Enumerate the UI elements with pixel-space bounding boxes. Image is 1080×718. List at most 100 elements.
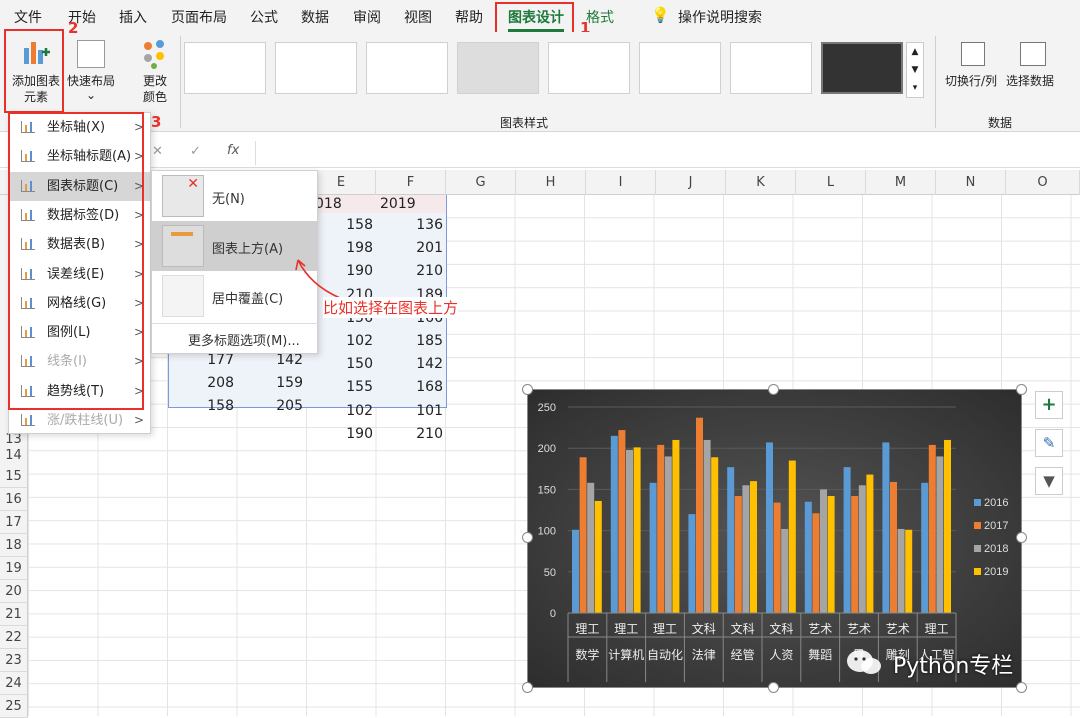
column-header-f[interactable]: F — [376, 170, 446, 195]
resize-handle[interactable] — [522, 532, 533, 543]
bar — [928, 444, 936, 613]
cell-f[interactable]: 210 — [376, 260, 446, 283]
chart-area[interactable]: 0 50 100 150 200 250 理工 数学 理工 计算机 理工 自动化 文科 法律 文科 经管 文科人… — [527, 389, 1022, 688]
chart-style-thumb-6[interactable] — [639, 42, 721, 94]
cell-f[interactable]: 142 — [376, 353, 446, 376]
fx-icon[interactable]: fx — [227, 143, 239, 158]
column-header-h[interactable]: H — [516, 170, 586, 195]
cell-f[interactable]: 136 — [376, 214, 446, 237]
change-colors-label[interactable]: 更改 — [132, 72, 178, 89]
row-header[interactable]: 15 — [0, 465, 28, 488]
tab-page-layout[interactable]: 页面布局 — [171, 7, 227, 27]
cell-e[interactable]: 150 — [307, 353, 376, 376]
x-tick-label: 数学 — [575, 647, 599, 662]
cell-c[interactable]: 208 — [168, 372, 237, 395]
chart-style-thumb-4[interactable] — [457, 42, 539, 94]
cell-d[interactable]: 159 — [237, 372, 306, 395]
bar — [890, 481, 897, 613]
no-title-icon: ✕ — [162, 175, 204, 217]
chart-style-thumb-2[interactable] — [275, 42, 357, 94]
row-header[interactable]: 16 — [0, 488, 28, 511]
x-tick-label: 理工 — [575, 622, 599, 636]
resize-handle[interactable] — [522, 682, 533, 693]
submenu-item-none[interactable]: ✕ 无(N) — [152, 171, 318, 221]
bar — [742, 485, 750, 613]
callout-text: 比如选择在图表上方 — [323, 297, 459, 318]
tell-me-search[interactable]: 操作说明搜索 — [678, 7, 762, 27]
bar — [734, 495, 742, 613]
column-header-m[interactable]: M — [866, 170, 936, 195]
resize-handle[interactable] — [768, 682, 779, 693]
annotation-number-2: 2 — [68, 19, 79, 37]
row-header[interactable]: 21 — [0, 603, 28, 626]
quick-layout-button[interactable]: 快速布局 — [64, 72, 118, 89]
column-header-i[interactable]: I — [586, 170, 656, 195]
cell-e[interactable]: 155 — [307, 376, 376, 399]
column-header-g[interactable]: G — [446, 170, 516, 195]
row-header[interactable]: 22 — [0, 626, 28, 649]
resize-handle[interactable] — [1016, 384, 1027, 395]
chart-elements-plus-icon[interactable]: + — [1035, 391, 1063, 419]
column-header-k[interactable]: K — [726, 170, 796, 195]
gallery-scroll[interactable]: ▲ ▼ ▾ — [906, 42, 924, 98]
bar — [804, 501, 812, 613]
divider — [152, 323, 318, 324]
row-header[interactable]: 18 — [0, 534, 28, 557]
resize-handle[interactable] — [522, 384, 533, 395]
submenu-item-more[interactable]: 更多标题选项(M)... — [152, 326, 318, 352]
highlight-box-2[interactable] — [4, 29, 64, 113]
row-header[interactable]: 24 — [0, 672, 28, 695]
column-header-o[interactable]: O — [1006, 170, 1080, 195]
cell-f[interactable]: 210 — [376, 423, 446, 446]
change-colors-label2[interactable]: 颜色 — [132, 88, 178, 105]
bar — [820, 489, 827, 613]
cell-f[interactable]: 185 — [376, 330, 446, 353]
title-overlay-icon — [162, 275, 204, 317]
chart-style-thumb-7[interactable] — [730, 42, 812, 94]
tab-data[interactable]: 数据 — [301, 7, 329, 27]
row-header[interactable]: 14 — [0, 444, 28, 467]
cell-c[interactable]: 158 — [168, 395, 237, 418]
resize-handle[interactable] — [768, 384, 779, 395]
confirm-icon[interactable]: ✓ — [190, 144, 201, 159]
y-tick-label: 0 — [550, 608, 556, 620]
tab-file[interactable]: 文件 — [14, 7, 42, 27]
chart-style-thumb-8-selected[interactable] — [821, 42, 903, 94]
cell-e[interactable]: 102 — [307, 400, 376, 423]
formula-input[interactable] — [255, 141, 1080, 165]
row-header[interactable]: 20 — [0, 580, 28, 603]
row-header[interactable]: 23 — [0, 649, 28, 672]
chart-filter-icon[interactable]: ▼ — [1035, 467, 1063, 495]
column-header-n[interactable]: N — [936, 170, 1006, 195]
cell-f[interactable]: 201 — [376, 237, 446, 260]
cell-d[interactable]: 205 — [237, 395, 306, 418]
cell-e[interactable]: 190 — [307, 423, 376, 446]
resize-handle[interactable] — [1016, 532, 1027, 543]
chart-style-thumb-5[interactable] — [548, 42, 630, 94]
row-header[interactable]: 19 — [0, 557, 28, 580]
tab-review[interactable]: 审阅 — [353, 7, 381, 27]
cancel-icon[interactable]: ✕ — [152, 144, 163, 159]
chevron-right-icon: > — [133, 413, 144, 427]
column-header-j[interactable]: J — [656, 170, 726, 195]
switch-row-column-button[interactable]: 切换行/列 — [945, 72, 997, 89]
row-header[interactable]: 17 — [0, 511, 28, 534]
tab-view[interactable]: 视图 — [404, 7, 432, 27]
x-tick-label: 文科 — [692, 621, 716, 636]
cell-header-f[interactable]: 2019 — [376, 193, 446, 216]
select-data-icon — [1020, 42, 1046, 66]
select-data-button[interactable]: 选择数据 — [1006, 72, 1054, 89]
column-header-l[interactable]: L — [796, 170, 866, 195]
cell-f[interactable]: 101 — [376, 400, 446, 423]
row-header[interactable]: 25 — [0, 695, 28, 718]
chart-style-thumb-3[interactable] — [366, 42, 448, 94]
tab-formulas[interactable]: 公式 — [250, 7, 278, 27]
highlight-box-3 — [8, 112, 144, 410]
resize-handle[interactable] — [1016, 682, 1027, 693]
cell-f[interactable]: 168 — [376, 376, 446, 399]
tab-help[interactable]: 帮助 — [455, 7, 483, 27]
bar — [905, 529, 913, 613]
chart-style-thumb-1[interactable] — [184, 42, 266, 94]
chart-styles-brush-icon[interactable]: ✎ — [1035, 429, 1063, 457]
tab-insert[interactable]: 插入 — [119, 7, 147, 27]
